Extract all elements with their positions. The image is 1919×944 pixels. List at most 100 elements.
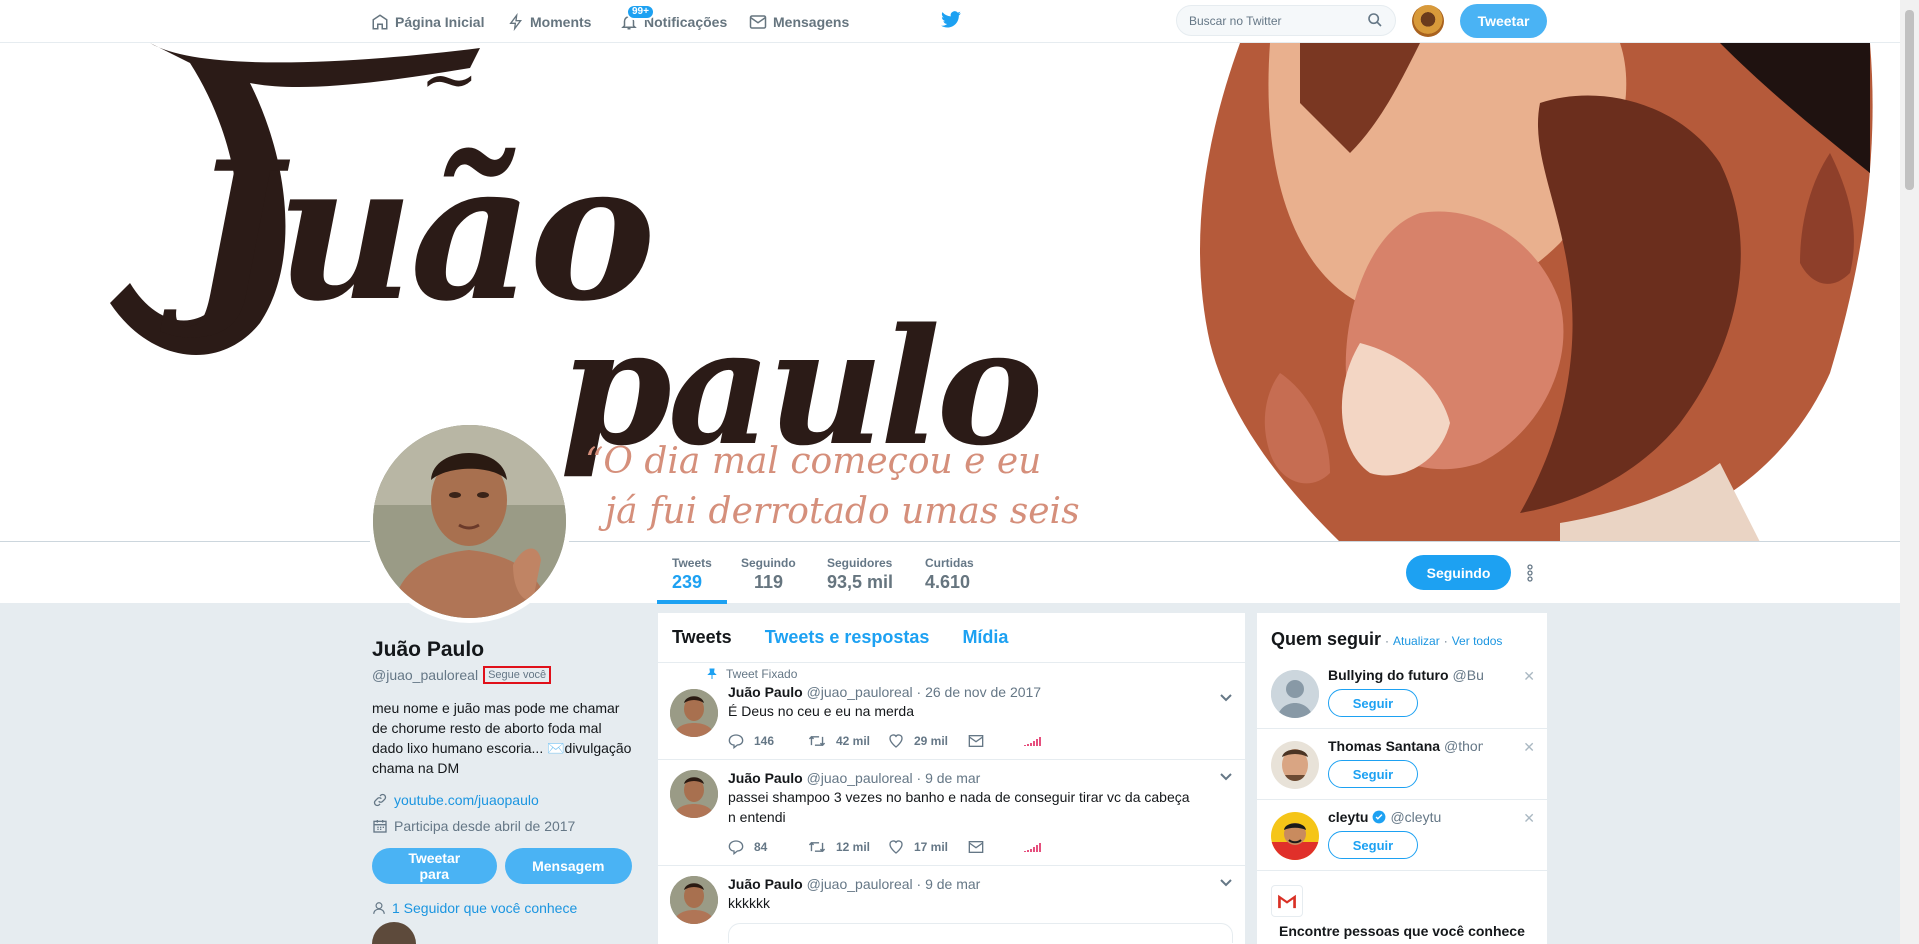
tweet-item[interactable]: Juão Paulo @juao_pauloreal · 9 de mar pa…	[658, 760, 1245, 866]
dismiss-suggestion-icon[interactable]: ✕	[1523, 810, 1535, 827]
nav-home[interactable]: Página Inicial	[371, 0, 484, 43]
followers-you-know-link[interactable]: 1 Seguidor que você conhece	[372, 900, 632, 916]
stat-tweets[interactable]: Tweets 239	[672, 556, 712, 593]
analytics-icon[interactable]	[1024, 842, 1042, 852]
home-icon	[372, 13, 388, 29]
profile-joined-row: Participa desde abril de 2017	[372, 818, 632, 834]
who-to-follow: Quem seguir · Atualizar · Ver todos Bull…	[1257, 613, 1547, 944]
stat-tweets-label: Tweets	[672, 556, 712, 570]
follow-button[interactable]: Seguir	[1328, 760, 1418, 788]
tweet-item[interactable]: Juão Paulo @juao_pauloreal · 9 de mar kk…	[658, 866, 1245, 944]
tweet-author-handle[interactable]: @juao_pauloreal	[807, 876, 913, 892]
follow-button[interactable]: Seguir	[1328, 689, 1418, 717]
tweet-date[interactable]: · 26 de nov de 2017	[917, 684, 1042, 700]
tweet-avatar[interactable]	[670, 689, 718, 737]
dismiss-suggestion-icon[interactable]: ✕	[1523, 668, 1535, 685]
tweet-item[interactable]: Tweet Fixado Juão Paulo @juao_pauloreal …	[658, 663, 1245, 760]
chevron-down-icon[interactable]	[1219, 772, 1233, 782]
direct-message-icon[interactable]	[968, 840, 984, 854]
suggestion-avatar[interactable]	[1271, 741, 1319, 789]
pin-icon	[707, 668, 717, 679]
separator-dot: ·	[1443, 634, 1448, 648]
suggestion-identity: cleytu @cleytu	[1328, 809, 1483, 825]
tab-tweets-and-replies[interactable]: Tweets e respostas	[765, 627, 930, 648]
profile-avatar[interactable]	[368, 420, 571, 623]
suggestion-avatar[interactable]	[1271, 812, 1319, 860]
dismiss-suggestion-icon[interactable]: ✕	[1523, 739, 1535, 756]
nav-moments[interactable]: Moments	[508, 0, 591, 43]
nav-notifications[interactable]: 99+ Notificações	[620, 0, 727, 43]
view-all-link[interactable]: Ver todos	[1452, 634, 1503, 648]
suggestion-item[interactable]: cleytu @cleytu ✕ Seguir	[1257, 800, 1547, 871]
tweet-text: kkkkkk	[728, 895, 770, 911]
direct-message-icon[interactable]	[968, 734, 984, 748]
retweet-action[interactable]: 12 mil	[808, 839, 888, 855]
tweet-header: Juão Paulo @juao_pauloreal · 9 de mar	[728, 770, 1233, 786]
find-people-section[interactable]: Encontre pessoas que você conhece	[1257, 871, 1547, 939]
suggestion-item[interactable]: Thomas Santana @thoma... ✕ Seguir	[1257, 729, 1547, 800]
tweet-actions: 84 12 mil 17 mil	[728, 839, 1233, 855]
reply-action[interactable]: 146	[728, 733, 808, 749]
search-icon[interactable]	[1367, 12, 1383, 28]
chevron-down-icon[interactable]	[1219, 878, 1233, 888]
retweet-action[interactable]: 42 mil	[808, 733, 888, 749]
suggestion-identity: Thomas Santana @thoma...	[1328, 738, 1483, 754]
separator-dot: ·	[1385, 634, 1390, 648]
tweet-button[interactable]: Tweetar	[1460, 4, 1547, 38]
active-tab-indicator	[657, 600, 727, 604]
tweet-date[interactable]: · 9 de mar	[917, 770, 981, 786]
known-follower-avatar[interactable]	[372, 922, 416, 944]
tab-tweets[interactable]: Tweets	[672, 627, 732, 648]
tab-media[interactable]: Mídia	[962, 627, 1008, 648]
search-input[interactable]	[1176, 5, 1396, 36]
scrollbar-thumb[interactable]	[1905, 10, 1914, 190]
analytics-icon[interactable]	[1024, 736, 1042, 746]
banner-tilde: ~	[420, 43, 479, 120]
stat-likes-label: Curtidas	[925, 556, 974, 570]
nav-messages[interactable]: Mensagens	[749, 0, 849, 43]
profile-handle[interactable]: @juao_pauloreal	[372, 667, 478, 683]
suggestion-item[interactable]: Bullying do futuro @Bully... ✕ Seguir	[1257, 658, 1547, 729]
tweet-author-name[interactable]: Juão Paulo	[728, 684, 803, 700]
tweet-to-button[interactable]: Tweetar para	[372, 848, 497, 884]
suggestion-avatar[interactable]	[1271, 670, 1319, 718]
tweet-avatar[interactable]	[670, 876, 718, 924]
profile-name[interactable]: Juão Paulo	[372, 638, 632, 662]
profile-website-link[interactable]: youtube.com/juaopaulo	[394, 792, 539, 808]
suggestion-name[interactable]: Bullying do futuro	[1328, 667, 1449, 683]
suggestion-name[interactable]: cleytu	[1328, 809, 1368, 825]
tweet-avatar[interactable]	[670, 770, 718, 818]
tweet-author-handle[interactable]: @juao_pauloreal	[807, 770, 913, 786]
reply-action[interactable]: 84	[728, 839, 808, 855]
stat-tweets-value: 239	[672, 572, 703, 592]
default-avatar-icon	[1271, 670, 1319, 718]
tweet-author-name[interactable]: Juão Paulo	[728, 876, 803, 892]
refresh-link[interactable]: Atualizar	[1393, 634, 1440, 648]
stat-following[interactable]: Seguindo 119	[741, 556, 796, 593]
retweet-count: 12 mil	[836, 840, 871, 854]
suggestion-handle[interactable]: @cleytu	[1390, 809, 1441, 825]
twitter-bird-icon[interactable]	[940, 11, 962, 29]
tweet-date[interactable]: · 9 de mar	[917, 876, 981, 892]
message-button[interactable]: Mensagem	[504, 848, 632, 884]
suggestion-handle[interactable]: @thoma...	[1444, 738, 1483, 754]
chevron-down-icon[interactable]	[1219, 693, 1233, 703]
follow-button[interactable]: Seguir	[1328, 831, 1418, 859]
following-button[interactable]: Seguindo	[1406, 555, 1511, 590]
tweet-author-name[interactable]: Juão Paulo	[728, 770, 803, 786]
nav-notifications-label: Notificações	[644, 13, 728, 30]
more-options-icon[interactable]	[1527, 564, 1533, 582]
page-scrollbar[interactable]	[1900, 0, 1919, 944]
like-action[interactable]: 29 mil	[888, 733, 968, 749]
profile-banner[interactable]: ~ Juão paulo “O dia mal começou e eu já …	[0, 43, 1900, 542]
suggestion-name[interactable]: Thomas Santana	[1328, 738, 1440, 754]
suggestion-handle[interactable]: @Bully...	[1453, 667, 1483, 683]
tweet-author-handle[interactable]: @juao_pauloreal	[807, 684, 913, 700]
stat-likes[interactable]: Curtidas 4.610	[925, 556, 974, 593]
tweet-media-preview[interactable]	[728, 923, 1233, 943]
notifications-badge: 99+	[626, 4, 655, 20]
account-avatar[interactable]	[1412, 5, 1444, 37]
stat-followers-label: Seguidores	[827, 556, 893, 570]
like-action[interactable]: 17 mil	[888, 839, 968, 855]
stat-followers[interactable]: Seguidores 93,5 mil	[827, 556, 893, 593]
